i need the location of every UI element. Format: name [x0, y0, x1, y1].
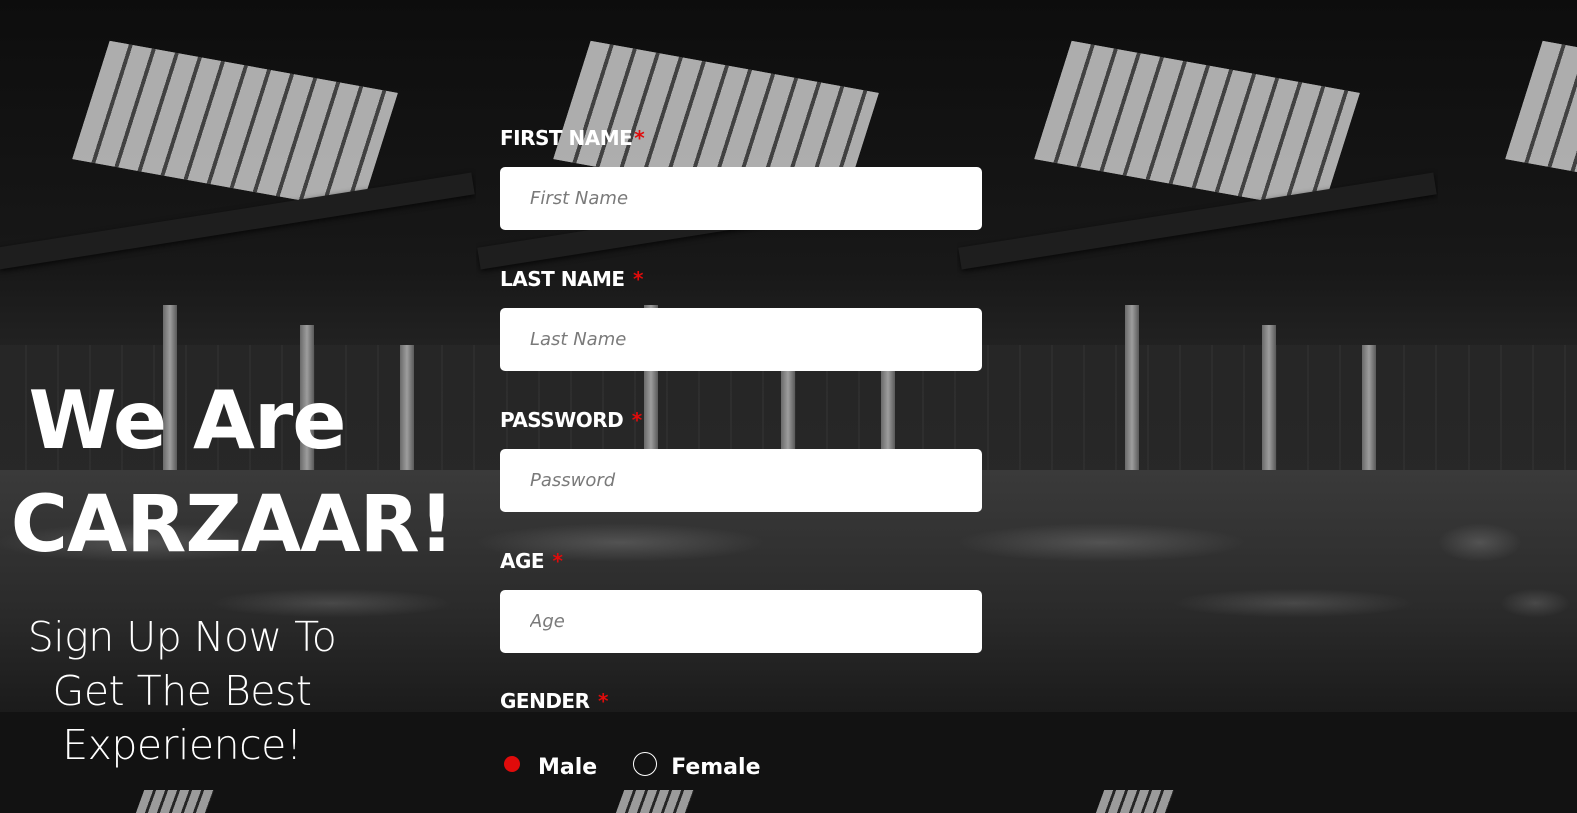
hero-subtitle: Sign Up Now To Get The Best Experience!	[0, 610, 364, 772]
radio-selected-icon[interactable]	[500, 752, 524, 776]
first-name-input[interactable]	[500, 167, 982, 230]
hero-subtitle-line2: Get The Best	[52, 667, 312, 715]
background-image-tile-1	[0, 0, 476, 712]
background-image-tile-3	[957, 0, 1438, 712]
first-name-label: FIRST NAME *	[500, 126, 645, 150]
password-label: PASSWORD *	[500, 408, 642, 432]
required-marker: *	[597, 689, 608, 713]
background-image-tile-4	[1438, 0, 1577, 712]
required-marker: *	[634, 126, 645, 150]
gender-label: GENDER *	[500, 689, 608, 713]
radio-unselected-icon[interactable]	[633, 752, 658, 776]
gender-option-male-label: Male	[538, 754, 598, 780]
required-marker: *	[632, 267, 643, 291]
age-input[interactable]	[500, 590, 982, 653]
required-marker: *	[631, 408, 642, 432]
last-name-input[interactable]	[500, 308, 982, 371]
last-name-field-group: LAST NAME *	[500, 261, 982, 402]
gender-radio-group: Male Female	[500, 746, 797, 782]
age-label: AGE *	[500, 549, 563, 573]
required-marker: *	[552, 549, 563, 573]
password-input[interactable]	[500, 449, 982, 512]
gender-option-female[interactable]: Female	[633, 749, 761, 780]
first-name-field-group: FIRST NAME *	[500, 120, 982, 261]
hero-heading: We Are CARZAAR!	[0, 368, 464, 578]
signup-form: FIRST NAME* LAST NAME * PASSWORD * AGE *	[500, 120, 982, 684]
hero-title-line1: We Are	[28, 374, 346, 467]
hero-title-line2: CARZAAR!	[10, 480, 455, 570]
hero-title: We Are CARZAAR!	[0, 368, 464, 578]
password-field-group: PASSWORD *	[500, 402, 982, 543]
age-field-group: AGE *	[500, 543, 982, 684]
gender-option-female-label: Female	[671, 754, 761, 780]
gender-option-male[interactable]: Male	[500, 749, 597, 780]
last-name-label: LAST NAME *	[500, 267, 643, 291]
hero-subtitle-line1: Sign Up Now To	[27, 613, 337, 661]
hero-subtitle-line3: Experience!	[62, 721, 302, 769]
